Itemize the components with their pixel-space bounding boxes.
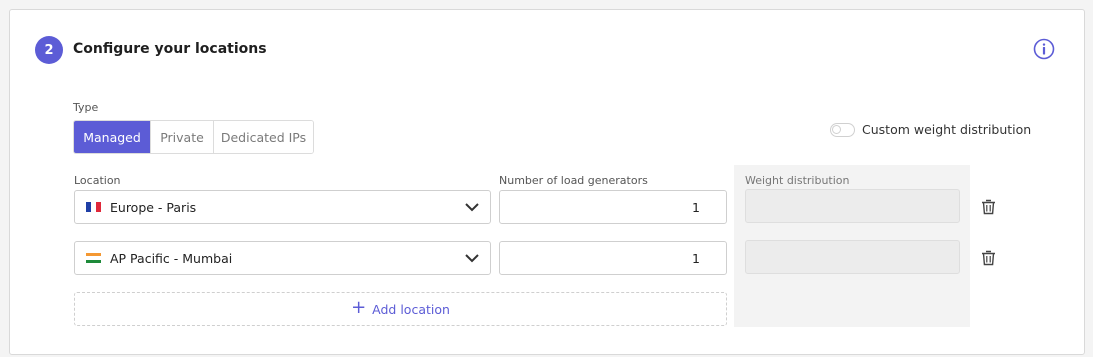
location-select[interactable]: AP Pacific - Mumbai [74,241,491,275]
india-flag-icon [86,253,101,263]
add-location-label: Add location [372,301,450,317]
location-column-label: Location [74,174,121,187]
add-location-button[interactable]: + Add location [74,292,727,326]
weight-input [745,240,960,274]
weight-column-label: Weight distribution [745,174,850,187]
location-select-value: AP Pacific - Mumbai [110,250,233,266]
toggle-knob [832,124,841,134]
section-title: Configure your locations [73,41,267,57]
type-option-private[interactable]: Private [150,121,213,153]
load-generators-input[interactable]: 1 [499,190,727,224]
location-select[interactable]: Europe - Paris [74,190,491,224]
load-generators-column-label: Number of load generators [499,174,648,187]
trash-icon[interactable] [981,250,996,266]
custom-weight-toggle[interactable] [830,122,855,137]
custom-weight-label: Custom weight distribution [862,122,1032,137]
weight-input [745,189,960,223]
plus-icon: + [351,297,367,318]
france-flag-icon [86,202,101,212]
type-selector: Managed Private Dedicated IPs [73,120,314,154]
type-option-managed[interactable]: Managed [74,121,150,153]
info-icon[interactable] [1033,38,1055,60]
trash-icon[interactable] [981,199,996,215]
chevron-down-icon [465,254,479,263]
load-generators-input[interactable]: 1 [499,241,727,275]
custom-weight-toggle-row: Custom weight distribution [830,122,1031,137]
type-label: Type [73,101,99,114]
location-select-value: Europe - Paris [110,199,197,215]
type-option-dedicated-ips[interactable]: Dedicated IPs [213,121,313,153]
step-number-badge: 2 [35,36,63,64]
chevron-down-icon [465,203,479,212]
